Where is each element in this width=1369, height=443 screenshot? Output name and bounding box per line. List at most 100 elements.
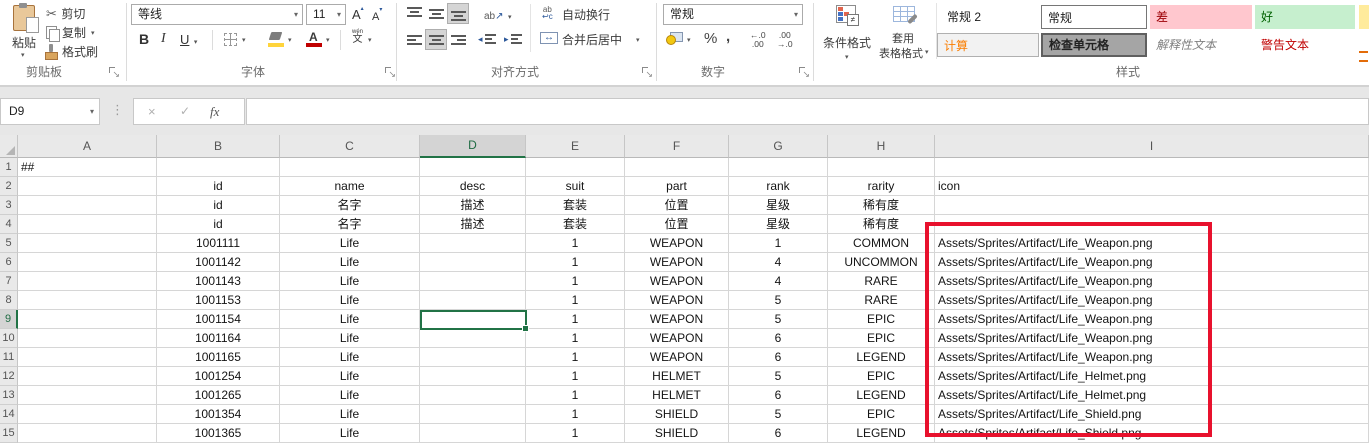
cell-G14[interactable]: 5 xyxy=(729,405,828,424)
cell-D14[interactable] xyxy=(420,405,526,424)
cell-G12[interactable]: 5 xyxy=(729,367,828,386)
cell-C1[interactable] xyxy=(280,158,420,177)
cell-B13[interactable]: 1001265 xyxy=(157,386,280,405)
cell-C3[interactable]: 名字 xyxy=(280,196,420,215)
cell-H5[interactable]: COMMON xyxy=(828,234,935,253)
increase-decimal-button[interactable]: ←.0.00 xyxy=(750,31,766,49)
font-name-combo[interactable]: 等线 ▾ xyxy=(131,4,303,25)
cell-E15[interactable]: 1 xyxy=(526,424,625,443)
cell-F5[interactable]: WEAPON xyxy=(625,234,729,253)
cell-G5[interactable]: 1 xyxy=(729,234,828,253)
cell-A14[interactable] xyxy=(18,405,157,424)
cell-C10[interactable]: Life xyxy=(280,329,420,348)
cell-F13[interactable]: HELMET xyxy=(625,386,729,405)
row-header-4[interactable]: 4 xyxy=(0,215,18,234)
cell-A11[interactable] xyxy=(18,348,157,367)
align-middle-button[interactable] xyxy=(426,4,446,23)
cell-E1[interactable] xyxy=(526,158,625,177)
insert-function-button[interactable]: fx xyxy=(210,99,219,124)
comma-style-button[interactable]: , xyxy=(726,28,730,45)
cell-B11[interactable]: 1001165 xyxy=(157,348,280,367)
cell-C4[interactable]: 名字 xyxy=(280,215,420,234)
cell-G15[interactable]: 6 xyxy=(729,424,828,443)
enter-button[interactable]: ✓ xyxy=(180,99,190,124)
cell-G13[interactable]: 6 xyxy=(729,386,828,405)
phonetic-guide-button[interactable]: wén文 ▾ xyxy=(352,29,363,45)
cell-G10[interactable]: 6 xyxy=(729,329,828,348)
formula-input[interactable] xyxy=(246,98,1369,125)
italic-button[interactable]: I xyxy=(161,31,166,47)
format-as-table-button[interactable]: 套用 表格格式 ▾ xyxy=(876,2,932,74)
cell-G6[interactable]: 4 xyxy=(729,253,828,272)
cell-C7[interactable]: Life xyxy=(280,272,420,291)
align-center-button[interactable] xyxy=(426,30,446,49)
column-header-C[interactable]: C xyxy=(280,135,420,158)
resize-handle-dots[interactable]: ⋮ xyxy=(111,103,124,117)
cell-E14[interactable]: 1 xyxy=(526,405,625,424)
cell-E3[interactable]: 套装 xyxy=(526,196,625,215)
cell-C12[interactable]: Life xyxy=(280,367,420,386)
increase-font-button[interactable]: A▴ xyxy=(352,6,364,24)
cell-H11[interactable]: LEGEND xyxy=(828,348,935,367)
cell-F15[interactable]: SHIELD xyxy=(625,424,729,443)
cell-E13[interactable]: 1 xyxy=(526,386,625,405)
cell-E12[interactable]: 1 xyxy=(526,367,625,386)
row-header-11[interactable]: 11 xyxy=(0,348,18,367)
cell-A5[interactable] xyxy=(18,234,157,253)
cut-button[interactable]: ✂ 剪切 xyxy=(46,5,85,21)
cell-G4[interactable]: 星级 xyxy=(729,215,828,234)
cell-B15[interactable]: 1001365 xyxy=(157,424,280,443)
cell-D15[interactable] xyxy=(420,424,526,443)
cell-F2[interactable]: part xyxy=(625,177,729,196)
cell-H3[interactable]: 稀有度 xyxy=(828,196,935,215)
cell-A15[interactable] xyxy=(18,424,157,443)
percent-style-button[interactable]: % xyxy=(704,30,717,47)
style-chip-explanatory[interactable]: 解释性文本 xyxy=(1150,33,1252,57)
cell-H8[interactable]: RARE xyxy=(828,291,935,310)
cell-I1[interactable] xyxy=(935,158,1369,177)
cell-G1[interactable] xyxy=(729,158,828,177)
cell-A9[interactable] xyxy=(18,310,157,329)
column-header-F[interactable]: F xyxy=(625,135,729,158)
cell-D4[interactable]: 描述 xyxy=(420,215,526,234)
style-chip-partial[interactable] xyxy=(1359,5,1369,29)
cell-H10[interactable]: EPIC xyxy=(828,329,935,348)
cell-A1[interactable]: ## xyxy=(18,158,157,177)
cell-D1[interactable] xyxy=(420,158,526,177)
cell-F7[interactable]: WEAPON xyxy=(625,272,729,291)
cell-D10[interactable] xyxy=(420,329,526,348)
cell-F11[interactable]: WEAPON xyxy=(625,348,729,367)
cell-D12[interactable] xyxy=(420,367,526,386)
orientation-button[interactable]: ab↗ ▾ xyxy=(484,6,511,24)
cell-H15[interactable]: LEGEND xyxy=(828,424,935,443)
column-header-H[interactable]: H xyxy=(828,135,935,158)
cell-F9[interactable]: WEAPON xyxy=(625,310,729,329)
cell-B4[interactable]: id xyxy=(157,215,280,234)
cell-G11[interactable]: 6 xyxy=(729,348,828,367)
cell-B6[interactable]: 1001142 xyxy=(157,253,280,272)
cell-H4[interactable]: 稀有度 xyxy=(828,215,935,234)
cell-H1[interactable] xyxy=(828,158,935,177)
row-header-8[interactable]: 8 xyxy=(0,291,18,310)
cell-E6[interactable]: 1 xyxy=(526,253,625,272)
cell-C2[interactable]: name xyxy=(280,177,420,196)
cell-H14[interactable]: EPIC xyxy=(828,405,935,424)
cell-I2[interactable]: icon xyxy=(935,177,1369,196)
cell-A13[interactable] xyxy=(18,386,157,405)
cell-F3[interactable]: 位置 xyxy=(625,196,729,215)
cell-D11[interactable] xyxy=(420,348,526,367)
row-header-10[interactable]: 10 xyxy=(0,329,18,348)
style-chip-warning[interactable]: 警告文本 xyxy=(1255,33,1355,57)
align-bottom-button[interactable] xyxy=(448,4,468,23)
clipboard-dialog-launcher[interactable]: ↘ xyxy=(108,66,119,77)
cell-A2[interactable] xyxy=(18,177,157,196)
cell-B7[interactable]: 1001143 xyxy=(157,272,280,291)
cell-A12[interactable] xyxy=(18,367,157,386)
cell-H9[interactable]: EPIC xyxy=(828,310,935,329)
column-header-I[interactable]: I xyxy=(935,135,1369,158)
cell-D5[interactable] xyxy=(420,234,526,253)
cell-C15[interactable]: Life xyxy=(280,424,420,443)
column-header-B[interactable]: B xyxy=(157,135,280,158)
number-dialog-launcher[interactable]: ↘ xyxy=(798,66,809,77)
decrease-decimal-button[interactable]: .00→.0 xyxy=(777,31,793,49)
